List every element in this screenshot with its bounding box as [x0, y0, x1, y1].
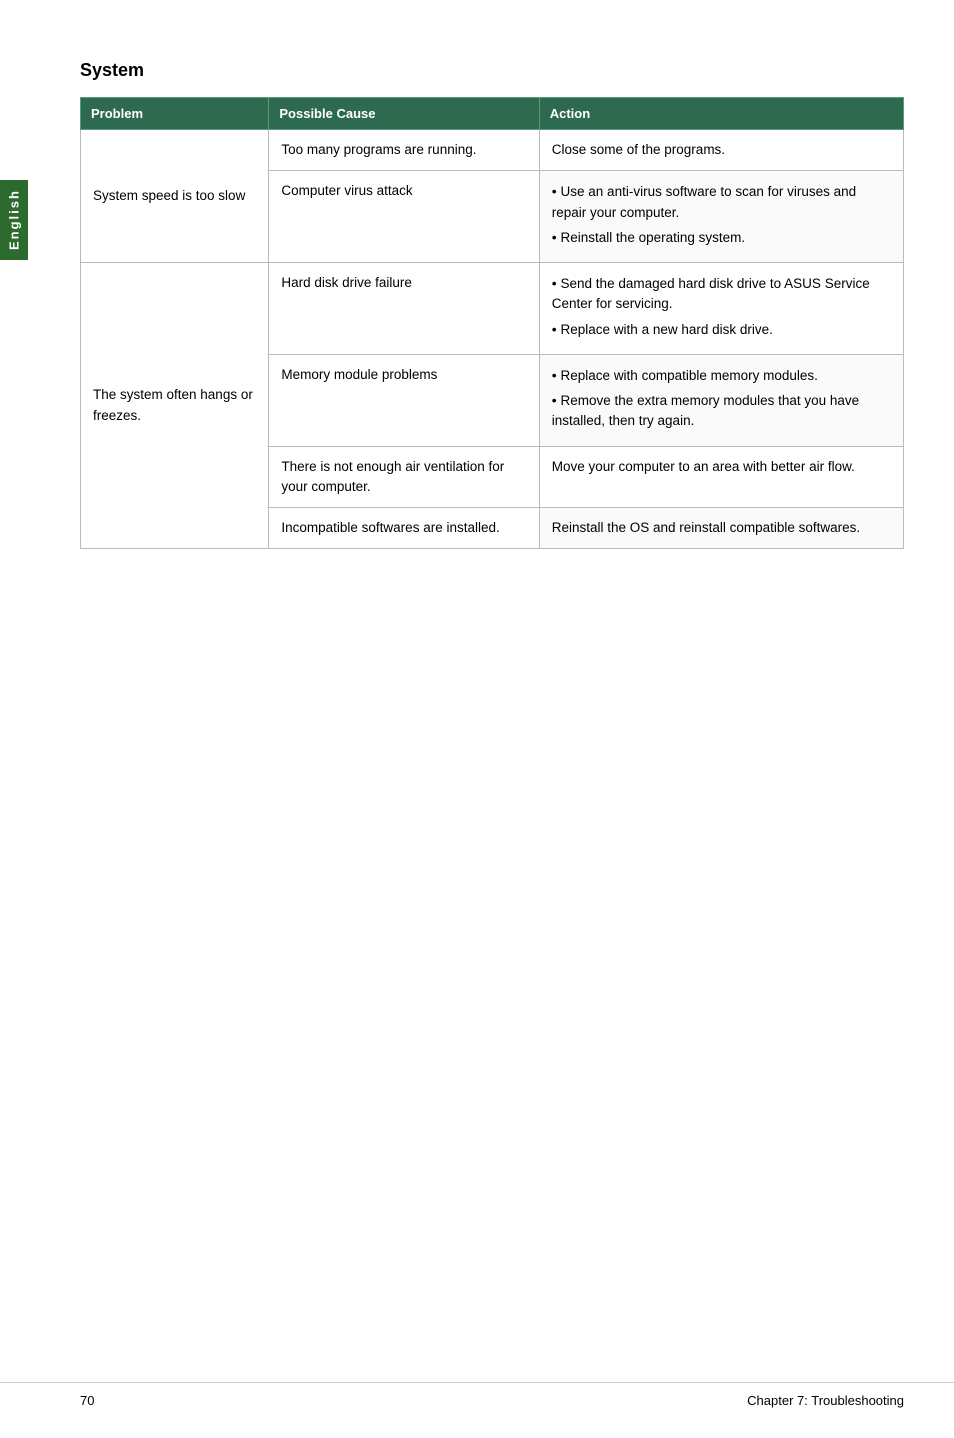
action-cell: Use an anti-virus software to scan for v… [539, 171, 903, 263]
action-cell: Reinstall the OS and reinstall compatibl… [539, 508, 903, 549]
cause-cell: Computer virus attack [269, 171, 539, 263]
header-problem: Problem [81, 98, 269, 130]
cause-cell: Hard disk drive failure [269, 263, 539, 355]
cause-cell: There is not enough air ventilation for … [269, 446, 539, 508]
section-title: System [80, 60, 904, 81]
cause-cell: Too many programs are running. [269, 130, 539, 171]
side-tab-label: English [7, 190, 22, 251]
content-area: System Problem Possible Cause Action Sys… [50, 0, 954, 609]
table-row: System speed is too slowToo many program… [81, 130, 904, 171]
action-cell: Close some of the programs. [539, 130, 903, 171]
action-cell: Move your computer to an area with bette… [539, 446, 903, 508]
action-cell: Send the damaged hard disk drive to ASUS… [539, 263, 903, 355]
trouble-table: Problem Possible Cause Action System spe… [80, 97, 904, 549]
side-tab: English [0, 180, 28, 260]
footer-chapter: Chapter 7: Troubleshooting [747, 1393, 904, 1408]
bullet-item: Remove the extra memory modules that you… [552, 390, 891, 432]
header-action: Action [539, 98, 903, 130]
problem-cell: The system often hangs or freezes. [81, 263, 269, 549]
footer-page-number: 70 [80, 1393, 94, 1408]
table-header-row: Problem Possible Cause Action [81, 98, 904, 130]
problem-cell: System speed is too slow [81, 130, 269, 263]
action-cell: Replace with compatible memory modules. R… [539, 354, 903, 446]
cause-cell: Incompatible softwares are installed. [269, 508, 539, 549]
page-container: English System Problem Possible Cause Ac… [0, 0, 954, 1438]
bullet-item: Replace with a new hard disk drive. [552, 319, 891, 340]
cause-cell: Memory module problems [269, 354, 539, 446]
bullet-item: Send the damaged hard disk drive to ASUS… [552, 273, 891, 315]
page-footer: 70 Chapter 7: Troubleshooting [0, 1382, 954, 1408]
bullet-item: Replace with compatible memory modules. [552, 365, 891, 386]
bullet-item: Reinstall the operating system. [552, 227, 891, 248]
bullet-item: Use an anti-virus software to scan for v… [552, 181, 891, 223]
table-row: The system often hangs or freezes.Hard d… [81, 263, 904, 355]
header-possible-cause: Possible Cause [269, 98, 539, 130]
